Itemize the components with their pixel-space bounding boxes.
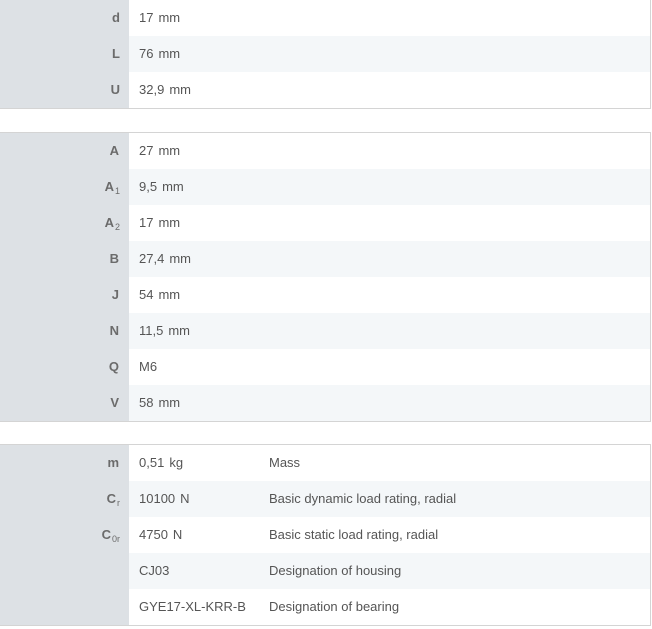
table-row: N 11,5 mm xyxy=(0,313,650,349)
row-description: Basic dynamic load rating, radial xyxy=(269,491,457,506)
table-row: J 54 mm xyxy=(0,277,650,313)
row-value: 10100 N xyxy=(139,491,190,506)
row-description: Designation of housing xyxy=(269,563,402,578)
row-description: Designation of bearing xyxy=(269,599,400,614)
row-value: 17 mm xyxy=(139,215,181,230)
table-row: V 58 mm xyxy=(0,385,650,421)
row-label: m xyxy=(0,445,129,481)
row-value: 4750 N xyxy=(139,527,183,542)
row-value: 27,4 mm xyxy=(139,251,191,266)
row-value: 27 mm xyxy=(139,143,181,158)
row-label: A1 xyxy=(0,169,129,205)
row-value: GYE17-XL-KRR-B xyxy=(139,599,246,614)
row-value: 58 mm xyxy=(139,395,181,410)
load-rating-table: m 0,51 kg Mass Cr 10100 N Basic dynamic lo… xyxy=(0,444,651,626)
row-label: d xyxy=(0,0,129,36)
row-value: 0,51 kg xyxy=(139,455,184,470)
table-row: U 32,9 mm xyxy=(0,72,650,108)
row-label: N xyxy=(0,313,129,349)
table-row: Cr 10100 N Basic dynamic load rating, rad… xyxy=(0,481,650,517)
table-row: Q M6 xyxy=(0,349,650,385)
table-row: C0r 4750 N Basic static load rating, radi… xyxy=(0,517,650,553)
table-row: B 27,4 mm xyxy=(0,241,650,277)
row-description: Basic static load rating, radial xyxy=(269,527,439,542)
row-value: 17 mm xyxy=(139,10,181,25)
row-label: V xyxy=(0,385,129,421)
row-value: M6 xyxy=(139,359,158,374)
row-label xyxy=(0,589,129,625)
dimensions-table-main: d 17 mm L 76 mm U 32,9 mm xyxy=(0,0,651,109)
row-label: B xyxy=(0,241,129,277)
table-row: A1 9,5 mm xyxy=(0,169,650,205)
row-value: CJ03 xyxy=(139,563,170,578)
row-label: C0r xyxy=(0,517,129,553)
table-row: GYE17-XL-KRR-B Designation of bearing xyxy=(0,589,650,625)
table-row: d 17 mm xyxy=(0,0,650,36)
table-row: A2 17 mm xyxy=(0,205,650,241)
row-label: J xyxy=(0,277,129,313)
row-value: 9,5 mm xyxy=(139,179,184,194)
row-label xyxy=(0,553,129,589)
row-label: U xyxy=(0,72,129,108)
table-row: CJ03 Designation of housing xyxy=(0,553,650,589)
row-label: Q xyxy=(0,349,129,385)
table-row: A 27 mm xyxy=(0,133,650,169)
row-description: Mass xyxy=(269,455,301,470)
row-value: 11,5 mm xyxy=(139,323,191,338)
row-value: 32,9 mm xyxy=(139,82,191,97)
row-value: 54 mm xyxy=(139,287,181,302)
row-label: L xyxy=(0,36,129,72)
dimensions-table-mounting: A 27 mm A1 9,5 mm A2 17 mm B 27,4 mm J 54 mm … xyxy=(0,132,651,422)
row-value: 76 mm xyxy=(139,46,181,61)
row-label: A2 xyxy=(0,205,129,241)
table-row: L 76 mm xyxy=(0,36,650,72)
table-row: m 0,51 kg Mass xyxy=(0,445,650,481)
row-label: Cr xyxy=(0,481,129,517)
row-label: A xyxy=(0,133,129,169)
